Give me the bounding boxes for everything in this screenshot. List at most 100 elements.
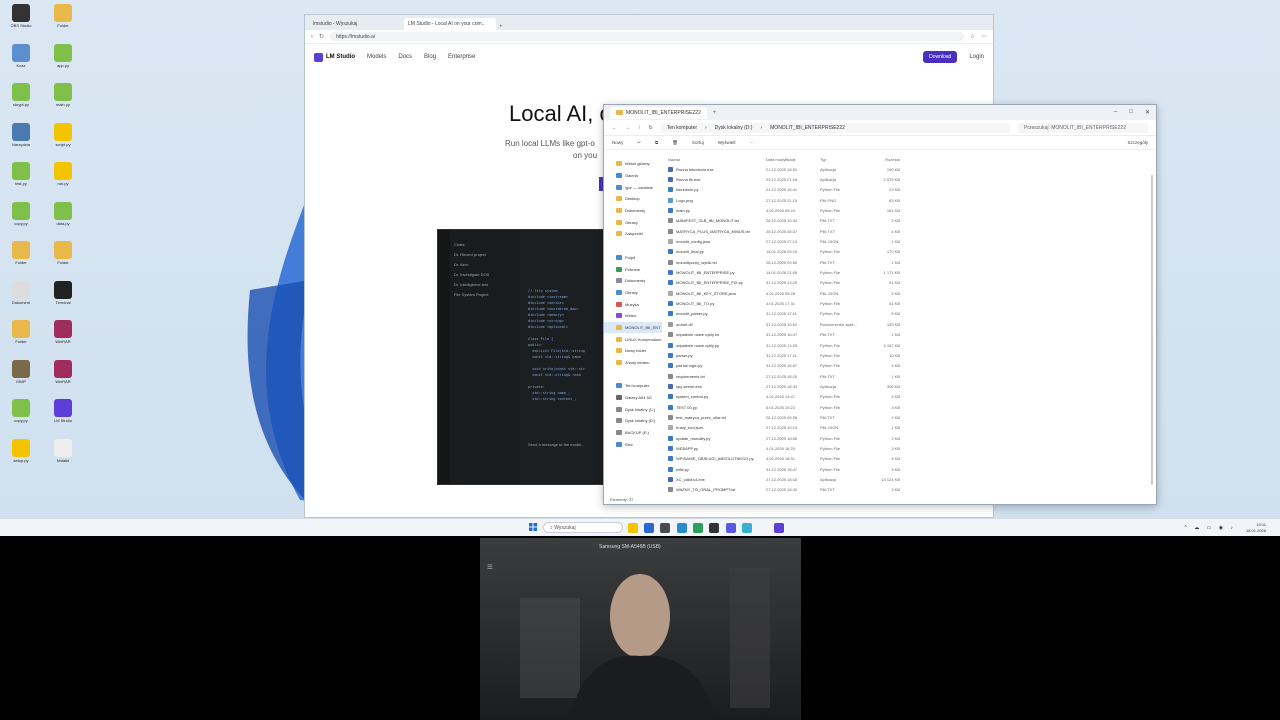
desktop-icon[interactable]: Folder: [4, 318, 38, 354]
table-row[interactable]: odpalenie nowe cykly.py 31.12.2025 13:29 P…: [668, 340, 1152, 350]
table-row[interactable]: Runna fls.exe 23.12.2025 21:16 Aplikacja 2 …: [668, 174, 1152, 184]
lmstudio-logo[interactable]: LM Studio: [314, 52, 355, 62]
desktop-icon[interactable]: WinRAR: [46, 358, 80, 394]
table-row[interactable]: wifiv.py 31.12.2025 18:47 Python File 3 KB: [668, 464, 1152, 474]
forward-icon[interactable]: →: [625, 125, 630, 131]
desktop-icon[interactable]: main.py: [46, 81, 80, 117]
windows-start-icon[interactable]: [529, 523, 537, 531]
nav-link-models[interactable]: Models: [367, 54, 386, 60]
system-tray-icons[interactable]: ^ ☁ ▭ ◉ ♪: [1185, 525, 1237, 531]
hamburger-icon[interactable]: ≡: [487, 562, 493, 573]
table-row[interactable]: MATRYCA_PLUS_MATRYCA_MINUS.txt 28.12.2025…: [668, 226, 1152, 236]
breadcrumb-item[interactable]: MONOLIT_IBI_ENTERPRISE222: [770, 125, 845, 131]
back-icon[interactable]: ←: [612, 125, 617, 131]
sidebar-item[interactable]: [604, 368, 662, 380]
sidebar-item[interactable]: Nowy folder: [604, 345, 662, 357]
desktop-icon[interactable]: Kosz: [4, 42, 38, 78]
chat-item[interactable]: Dr. Recent project: [454, 250, 516, 260]
sidebar-item[interactable]: Dysk lokalny (D:): [604, 415, 662, 427]
url-input[interactable]: https://lmstudio.ai: [330, 32, 964, 41]
table-row[interactable]: spy-server.exe 27.12.2025 18:33 Aplikacja 3…: [668, 381, 1152, 391]
table-row[interactable]: fokunkoin.py 21.12.2025 16:41 Python File 2…: [668, 185, 1152, 195]
table-row[interactable]: TEST 00.py 5.01.2026 10:22 Python File 3 KB: [668, 402, 1152, 412]
login-link[interactable]: Login: [969, 54, 984, 60]
details-button[interactable]: Szczegóły: [1127, 140, 1148, 145]
clock[interactable]: 19:11 18.01.2026: [1246, 522, 1266, 534]
table-row[interactable]: system_control.py 4.01.2026 14:47 Python F…: [668, 392, 1152, 402]
explorer-tab[interactable]: MONOLIT_IBI_ENTERPRISE222: [610, 106, 707, 119]
sidebar-item[interactable]: Dokumenty: [604, 275, 662, 287]
sidebar-item[interactable]: Pulpit: [604, 252, 662, 264]
table-row[interactable]: monolityczny_wynik.txt 28.12.2025 09:50 Pl…: [668, 257, 1152, 267]
desktop-icon[interactable]: copy.py: [4, 200, 38, 236]
table-row[interactable]: odpalenie nowe cykly.txt 31.12.2025 16:47…: [668, 330, 1152, 340]
sidebar-item[interactable]: Muzyka: [604, 298, 662, 310]
table-row[interactable]: monolit_final.py 14.01.2026 09:19 Python F…: [668, 247, 1152, 257]
table-row[interactable]: requirements.txt 27.12.2025 18:20 Plik TXT…: [668, 371, 1152, 381]
nav-link-enterprise[interactable]: Enterprise: [448, 54, 475, 60]
desktop-icon[interactable]: Folder: [4, 239, 38, 275]
sidebar-item[interactable]: Pobrane: [604, 263, 662, 275]
new-button[interactable]: Nowy: [612, 140, 623, 145]
copy-icon[interactable]: ⧉: [655, 140, 658, 145]
desktop-icon[interactable]: run.py: [46, 160, 80, 196]
sidebar-item[interactable]: [604, 240, 662, 252]
sidebar-item[interactable]: Dokumenty: [604, 205, 662, 217]
browser-tab-active[interactable]: LM Studio - Local AI on your com...: [404, 18, 496, 30]
sidebar-item[interactable]: Igor — osobiste: [604, 181, 662, 193]
table-row[interactable]: parser.py 31.12.2025 17:11 Python File 10 K…: [668, 350, 1152, 360]
table-row[interactable]: monolit_parser.py 31.12.2025 17:11 Python …: [668, 309, 1152, 319]
table-row[interactable]: test_matryca_przez_ollar.txt 28.12.2025 0…: [668, 412, 1152, 422]
breadcrumb[interactable]: Ten komputer › Dysk lokalny (D:) › MONOLIT…: [660, 122, 1010, 133]
sidebar-item[interactable]: Załączniki: [604, 228, 662, 240]
table-row[interactable]: main.py 4.01.2026 09:24 Python File 161 KB: [668, 205, 1152, 215]
sidebar-item[interactable]: Galaxy A54 5G: [604, 392, 662, 404]
desktop-icon[interactable]: GIMP: [4, 358, 38, 394]
more-icon[interactable]: ⋯: [749, 140, 754, 146]
explorer-search-input[interactable]: Przeszukaj: MONOLIT_IBI_ENTERPRISE222: [1018, 122, 1148, 133]
table-row[interactable]: WPISANIE_OBSŁUGI_ABSOLUTNEGO.py 4.01.2026…: [668, 454, 1152, 464]
taskbar-app-icon[interactable]: [693, 523, 703, 533]
taskbar-app-icon[interactable]: [726, 523, 736, 533]
taskbar-app-icon[interactable]: [628, 523, 638, 533]
menu-icon[interactable]: ⋯: [981, 33, 987, 40]
breadcrumb-item[interactable]: Ten komputer: [667, 125, 697, 131]
taskbar-search[interactable]: ⌕ Wyszukaj: [543, 522, 623, 533]
cut-icon[interactable]: ✂: [637, 140, 641, 146]
table-row[interactable]: MANIFEST_GLB_IBI_MONOLIT.txt 26.12.2025 1…: [668, 216, 1152, 226]
column-type[interactable]: Typ: [820, 157, 872, 162]
sidebar-item[interactable]: BACKUP (E:): [604, 427, 662, 439]
nav-link-blog[interactable]: Blog: [424, 54, 436, 60]
table-row[interactable]: monolit_config.json 27.12.2025 07:13 Plik …: [668, 236, 1152, 246]
sidebar-item[interactable]: Galeria: [604, 170, 662, 182]
table-row[interactable]: MONOLIT_IBI_TO.py 4.01.2026 17:31 Python F…: [668, 298, 1152, 308]
sidebar-item[interactable]: LINUX Kompendium: [604, 333, 662, 345]
column-name[interactable]: Nazwa: [668, 157, 766, 162]
table-row[interactable]: WEBAPP.py 4.01.2026 18:20 Python File 3 KB: [668, 443, 1152, 453]
desktop-icon[interactable]: skrypt.py: [4, 81, 38, 117]
table-row[interactable]: Logo.png 27.12.2025 21:15 Plik PNG 83 KB: [668, 195, 1152, 205]
chat-item[interactable]: Dr. Intelligence test: [454, 280, 516, 290]
desktop-icon[interactable]: LM Studio: [46, 397, 80, 433]
desktop-icon[interactable]: Terminal: [46, 279, 80, 315]
desktop-icon[interactable]: WinRAR: [46, 318, 80, 354]
desktop-icon[interactable]: app.py: [46, 42, 80, 78]
chat-item[interactable]: Chats: [454, 240, 516, 250]
taskbar-app-icon[interactable]: [660, 523, 670, 533]
sidebar-item[interactable]: Sieć: [604, 439, 662, 451]
table-row[interactable]: MONOLIT_IBI_ENTERPRISE.py 14.01.2026 21:0…: [668, 267, 1152, 277]
sidebar-item[interactable]: Ten komputer: [604, 380, 662, 392]
desktop-icon[interactable]: Narzędzia: [4, 121, 38, 157]
sidebar-item[interactable]: Dysk lokalny (C:): [604, 403, 662, 415]
sidebar-item[interactable]: Widok główny: [604, 158, 662, 170]
download-button[interactable]: Download: [923, 51, 958, 63]
sidebar-item[interactable]: MONOLIT_IBI_ENT: [604, 321, 662, 334]
breadcrumb-item[interactable]: Dysk lokalny (D:): [715, 125, 753, 131]
table-row[interactable]: XC_cdkit.s4.exe 27.12.2025 18:16 Aplikacja…: [668, 474, 1152, 484]
sidebar-item[interactable]: Desktop: [604, 193, 662, 205]
browser-tab[interactable]: lmstudio - Wyszukaj: [309, 18, 401, 30]
view-button[interactable]: Wyświetl: [718, 140, 736, 145]
camera-source-label[interactable]: Samsung SM-A546B (USB): [595, 542, 665, 552]
desktop-icon[interactable]: Dokument: [4, 279, 38, 315]
sidebar-item[interactable]: Obrazy: [604, 216, 662, 228]
